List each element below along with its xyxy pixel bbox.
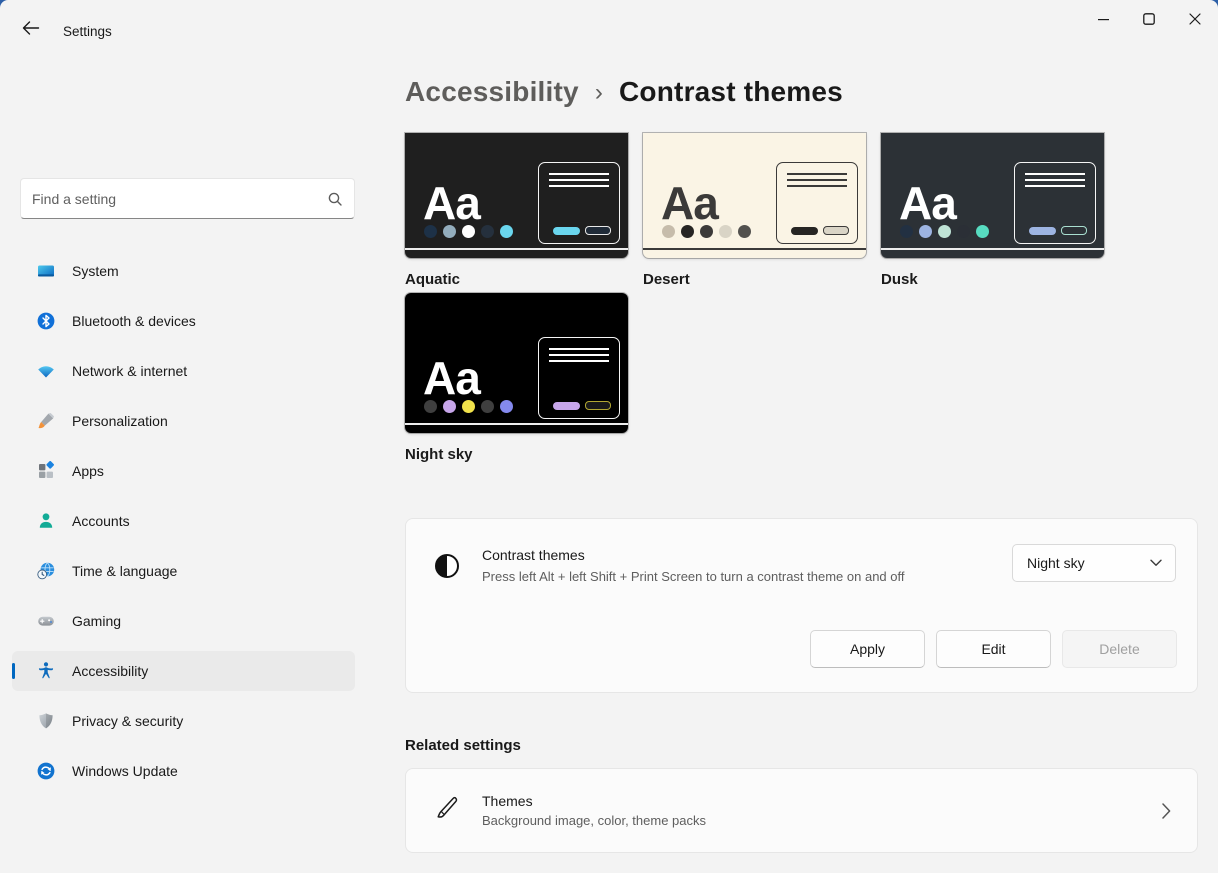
preview-taskbar-line xyxy=(881,248,1104,250)
privacy-security-icon xyxy=(36,711,56,731)
back-button[interactable] xyxy=(14,14,48,46)
contrast-panel-description: Press left Alt + left Shift + Print Scre… xyxy=(482,569,905,584)
palette-dots xyxy=(900,225,989,238)
themes-row-texts: Themes Background image, color, theme pa… xyxy=(482,793,706,828)
preview-dialog xyxy=(1014,162,1096,244)
preview-text: Aa xyxy=(661,180,718,226)
accounts-icon xyxy=(36,511,56,531)
sidebar-item-label: Accessibility xyxy=(72,663,148,679)
sidebar-item-label: Accounts xyxy=(72,513,130,529)
theme-card-label: Desert xyxy=(643,271,866,288)
personalization-icon xyxy=(36,411,56,431)
themes-row[interactable]: Themes Background image, color, theme pa… xyxy=(405,768,1198,853)
preview-text: Aa xyxy=(899,180,956,226)
app-title: Settings xyxy=(63,24,112,39)
close-icon xyxy=(1189,12,1201,30)
search-input[interactable] xyxy=(21,179,354,218)
maximize-button[interactable] xyxy=(1126,0,1172,42)
search-icon xyxy=(327,191,343,212)
minimize-icon xyxy=(1098,12,1109,30)
maximize-icon xyxy=(1143,12,1155,30)
preview-taskbar-line xyxy=(643,248,866,250)
network-icon xyxy=(36,361,56,381)
apply-button[interactable]: Apply xyxy=(810,630,925,668)
sidebar-item-system[interactable]: System xyxy=(12,251,355,291)
bluetooth-icon xyxy=(36,311,56,331)
window-controls xyxy=(1080,0,1218,42)
related-settings-heading: Related settings xyxy=(405,737,521,754)
sidebar-item-network-internet[interactable]: Network & internet xyxy=(12,351,355,391)
close-button[interactable] xyxy=(1172,0,1218,42)
contrast-theme-dropdown[interactable]: Night sky xyxy=(1012,544,1176,582)
sidebar-item-label: Windows Update xyxy=(72,763,178,779)
theme-preview: Aa xyxy=(643,133,866,258)
back-arrow-icon xyxy=(22,20,40,41)
breadcrumb-parent[interactable]: Accessibility xyxy=(405,76,579,108)
theme-preview: Aa xyxy=(405,293,628,433)
contrast-panel-buttons: Apply Edit Delete xyxy=(810,630,1177,668)
themes-row-subtitle: Background image, color, theme packs xyxy=(482,813,706,828)
contrast-icon xyxy=(434,553,460,584)
sidebar-item-label: Network & internet xyxy=(72,363,187,379)
sidebar-item-time-language[interactable]: Time & language xyxy=(12,551,355,591)
theme-card-aquatic[interactable]: Aa Aquatic xyxy=(405,133,628,288)
system-icon xyxy=(36,261,56,281)
preview-taskbar-line xyxy=(405,248,628,250)
sidebar-item-accounts[interactable]: Accounts xyxy=(12,501,355,541)
contrast-themes-panel: Contrast themes Press left Alt + left Sh… xyxy=(405,518,1198,693)
breadcrumb-separator-icon: › xyxy=(595,77,603,107)
sidebar-item-privacy-security[interactable]: Privacy & security xyxy=(12,701,355,741)
sidebar-item-windows-update[interactable]: Windows Update xyxy=(12,751,355,791)
sidebar-item-label: Gaming xyxy=(72,613,121,629)
windows-update-icon xyxy=(36,761,56,781)
theme-card-desert[interactable]: Aa Desert xyxy=(643,133,866,288)
chevron-right-icon xyxy=(1162,803,1171,819)
dropdown-value: Night sky xyxy=(1027,555,1085,571)
preview-dialog xyxy=(538,337,620,419)
apps-icon xyxy=(36,461,56,481)
palette-dots xyxy=(424,400,513,413)
theme-preview: Aa xyxy=(881,133,1104,258)
theme-preview: Aa xyxy=(405,133,628,258)
chevron-down-icon xyxy=(1150,559,1162,567)
theme-card-dusk[interactable]: Aa Dusk xyxy=(881,133,1104,288)
theme-card-night-sky[interactable]: Aa Night sky xyxy=(405,293,628,463)
sidebar-item-gaming[interactable]: Gaming xyxy=(12,601,355,641)
preview-dialog xyxy=(538,162,620,244)
time-language-icon xyxy=(36,561,56,581)
edit-button[interactable]: Edit xyxy=(936,630,1051,668)
theme-card-label: Dusk xyxy=(881,271,1104,288)
palette-dots xyxy=(424,225,513,238)
sidebar-nav: System Bluetooth & devices Network & int… xyxy=(12,251,355,801)
gaming-icon xyxy=(36,611,56,631)
preview-dialog xyxy=(776,162,858,244)
sidebar-item-accessibility[interactable]: Accessibility xyxy=(12,651,355,691)
accessibility-icon xyxy=(36,661,56,681)
theme-card-label: Aquatic xyxy=(405,271,628,288)
page-title: Contrast themes xyxy=(619,76,843,108)
themes-brush-icon xyxy=(434,795,460,826)
theme-card-label: Night sky xyxy=(405,446,628,463)
sidebar-item-bluetooth-devices[interactable]: Bluetooth & devices xyxy=(12,301,355,341)
preview-text: Aa xyxy=(423,355,480,401)
preview-text: Aa xyxy=(423,180,480,226)
breadcrumb: Accessibility › Contrast themes xyxy=(405,76,843,108)
sidebar-item-label: Time & language xyxy=(72,563,177,579)
sidebar-item-apps[interactable]: Apps xyxy=(12,451,355,491)
search-box xyxy=(20,178,355,219)
minimize-button[interactable] xyxy=(1080,0,1126,42)
sidebar-item-personalization[interactable]: Personalization xyxy=(12,401,355,441)
sidebar-item-label: Personalization xyxy=(72,413,168,429)
preview-taskbar-line xyxy=(405,423,628,425)
settings-window: Settings System Bluetooth & devices Netw… xyxy=(0,0,1218,873)
sidebar-item-label: Privacy & security xyxy=(72,713,183,729)
sidebar-item-label: System xyxy=(72,263,119,279)
palette-dots xyxy=(662,225,751,238)
contrast-panel-title: Contrast themes xyxy=(482,547,585,563)
delete-button[interactable]: Delete xyxy=(1062,630,1177,668)
sidebar-item-label: Bluetooth & devices xyxy=(72,313,196,329)
sidebar-item-label: Apps xyxy=(72,463,104,479)
themes-row-title: Themes xyxy=(482,793,706,809)
